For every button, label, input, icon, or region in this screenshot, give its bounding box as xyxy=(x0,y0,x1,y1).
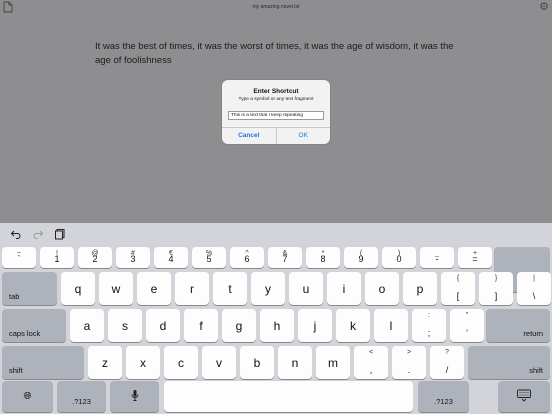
symbol-key-row4-1[interactable]: >. xyxy=(392,346,426,379)
letter-key-k[interactable]: k xyxy=(336,309,370,342)
letter-key-d[interactable]: d xyxy=(146,309,180,342)
number-key-5[interactable]: % 5 xyxy=(192,247,226,268)
ok-button[interactable]: OK xyxy=(277,128,331,144)
clipboard-icon[interactable] xyxy=(54,228,66,240)
keyboard: ~`!1@2#3€4%5^6&7*8(9)0_-+= delete tab qw… xyxy=(0,223,552,414)
shortcut-input[interactable] xyxy=(228,111,324,120)
cancel-button[interactable]: Cancel xyxy=(222,128,277,144)
keyboard-dismiss-icon xyxy=(498,389,550,404)
letter-key-j[interactable]: j xyxy=(298,309,332,342)
keyboard-shortcut-bar xyxy=(0,223,552,245)
letter-key-c[interactable]: c xyxy=(164,346,198,379)
letter-key-g[interactable]: g xyxy=(222,309,256,342)
keyboard-dismiss-key[interactable] xyxy=(498,381,550,412)
letter-key-e[interactable]: e xyxy=(137,272,171,305)
number-key-0[interactable]: ~ ` xyxy=(2,247,36,268)
number-key-11[interactable]: _ - xyxy=(420,247,454,268)
symbol-key-row2-0[interactable]: {[ xyxy=(441,272,475,305)
symbol-key-row2-2[interactable]: | \ xyxy=(517,272,551,305)
gear-icon[interactable]: ⚙ xyxy=(538,1,550,13)
shift-right-key[interactable]: shift xyxy=(468,346,550,379)
number-key-8[interactable]: * 8 xyxy=(306,247,340,268)
letter-key-h[interactable]: h xyxy=(260,309,294,342)
dictation-key[interactable] xyxy=(110,381,159,412)
number-key-9[interactable]: (9 xyxy=(344,247,378,268)
number-key-2[interactable]: @2 xyxy=(78,247,112,268)
letter-key-r[interactable]: r xyxy=(175,272,209,305)
shortcut-dialog: Enter Shortcut Type a symbol or any text… xyxy=(222,80,330,144)
letter-key-x[interactable]: x xyxy=(126,346,160,379)
microphone-icon xyxy=(110,389,159,404)
symbol-key-row4-0[interactable]: <, xyxy=(354,346,388,379)
letter-key-y[interactable]: y xyxy=(251,272,285,305)
number-key-10[interactable]: ) 0 xyxy=(382,247,416,268)
undo-icon[interactable] xyxy=(10,228,22,240)
letter-key-a[interactable]: a xyxy=(70,309,104,342)
symbol-key-row3-1[interactable]: ”’ xyxy=(450,309,484,342)
letter-key-b[interactable]: b xyxy=(240,346,274,379)
letter-key-q[interactable]: q xyxy=(61,272,95,305)
letter-key-t[interactable]: t xyxy=(213,272,247,305)
letter-key-z[interactable]: z xyxy=(88,346,122,379)
globe-key[interactable]: 🌐︎ xyxy=(2,381,53,412)
numbers-left-key[interactable]: .?123 xyxy=(57,381,106,412)
window-title: my amazing novel.txt xyxy=(252,4,300,10)
letter-key-v[interactable]: v xyxy=(202,346,236,379)
dialog-title: Enter Shortcut xyxy=(253,88,299,95)
letter-key-i[interactable]: i xyxy=(327,272,361,305)
letter-key-n[interactable]: n xyxy=(278,346,312,379)
letter-key-f[interactable]: f xyxy=(184,309,218,342)
space-key[interactable] xyxy=(164,381,413,412)
letter-key-l[interactable]: l xyxy=(374,309,408,342)
numbers-right-key[interactable]: .?123 xyxy=(418,381,469,412)
number-key-6[interactable]: ^ 6 xyxy=(230,247,264,268)
letter-key-p[interactable]: p xyxy=(403,272,437,305)
symbol-key-row2-1[interactable]: }] xyxy=(479,272,513,305)
letter-key-m[interactable]: m xyxy=(316,346,350,379)
letter-key-w[interactable]: w xyxy=(99,272,133,305)
number-key-12[interactable]: + = xyxy=(458,247,492,268)
dialog-buttons: Cancel OK xyxy=(222,127,330,144)
caps-lock-key[interactable]: caps lock xyxy=(2,309,66,342)
letter-key-s[interactable]: s xyxy=(108,309,142,342)
shift-left-key[interactable]: shift xyxy=(2,346,84,379)
letter-key-u[interactable]: u xyxy=(289,272,323,305)
number-key-3[interactable]: #3 xyxy=(116,247,150,268)
symbol-key-row3-0[interactable]: :; xyxy=(412,309,446,342)
number-key-7[interactable]: & 7 xyxy=(268,247,302,268)
number-key-4[interactable]: €4 xyxy=(154,247,188,268)
redo-icon[interactable] xyxy=(32,228,44,240)
dialog-subtitle: Type a symbol or any text fragment xyxy=(238,97,314,102)
number-key-1[interactable]: ! 1 xyxy=(40,247,74,268)
globe-icon: 🌐︎ xyxy=(23,390,32,402)
document-text[interactable]: It was the best of times, it was the wor… xyxy=(95,40,455,67)
letter-key-o[interactable]: o xyxy=(365,272,399,305)
symbol-key-row4-2[interactable]: ? / xyxy=(430,346,464,379)
return-key[interactable]: return xyxy=(486,309,550,342)
tab-key[interactable]: tab xyxy=(2,272,57,305)
